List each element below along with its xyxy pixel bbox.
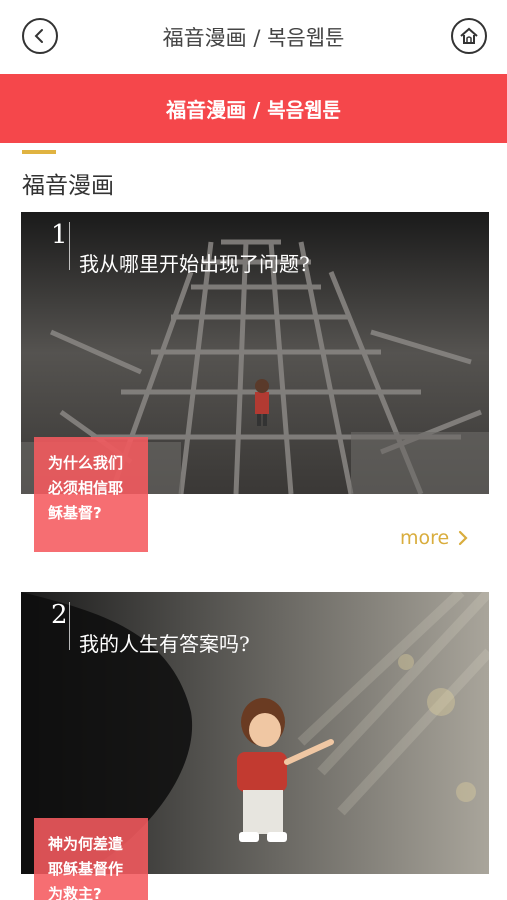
episode-number: 1 xyxy=(51,220,68,250)
episode-tag-2[interactable]: 神为何差遣 耶稣基督作 为救主? xyxy=(34,818,148,900)
banner-title: 福音漫画 / 복음웹툰 xyxy=(166,98,341,122)
category-banner: 福音漫画 / 복음웹툰 xyxy=(0,74,507,143)
page-title: 福音漫画 / 복음웹툰 xyxy=(162,26,345,50)
section-title: 福音漫画 xyxy=(22,173,114,199)
section-accent-line xyxy=(22,150,56,154)
chevron-right-icon xyxy=(459,530,468,546)
episode-tag-1[interactable]: 为什么我们 必须相信耶 稣基督? xyxy=(34,437,148,552)
episode-tag-text: 为什么我们 必须相信耶 稣基督? xyxy=(48,454,124,522)
episode-headline: 我从哪里开始出现了问题? xyxy=(79,252,310,276)
episode-number: 2 xyxy=(51,600,68,630)
number-divider xyxy=(69,602,70,650)
home-button[interactable] xyxy=(451,18,487,54)
more-link[interactable]: more xyxy=(400,527,469,549)
number-divider xyxy=(69,222,70,270)
more-label: more xyxy=(400,527,450,549)
episode-tag-text: 神为何差遣 耶稣基督作 为救主? xyxy=(48,835,124,900)
episode-headline: 我的人生有答案吗? xyxy=(79,632,250,656)
home-icon xyxy=(460,27,478,44)
top-bar: 福音漫画 / 복음웹툰 xyxy=(0,0,507,72)
